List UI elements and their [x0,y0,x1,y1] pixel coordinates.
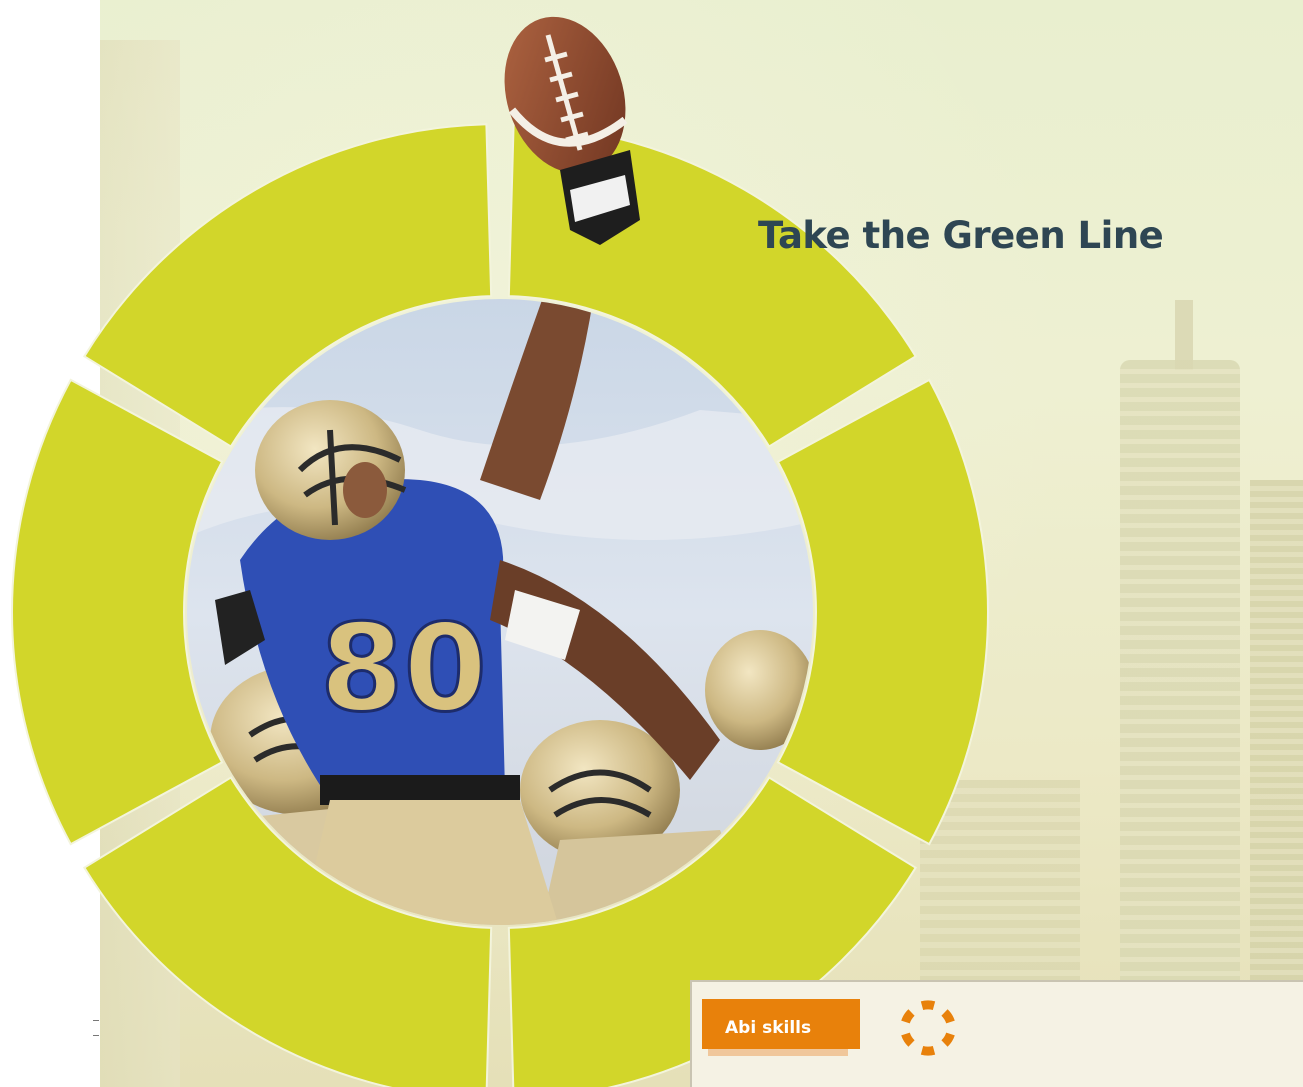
page-title: Take the Green Line [758,214,1164,257]
abi-skills-tab: Abi skills [702,999,860,1049]
abi-skills-ring-icon [901,1000,955,1056]
abi-skills-panel: Abi skills [690,980,1303,1087]
green-wheel-graphic: 80 [11,16,989,1087]
textbook-cover-page: 80 Take the Green Line Abi skills [0,0,1303,1087]
svg-text:80: 80 [320,600,487,739]
